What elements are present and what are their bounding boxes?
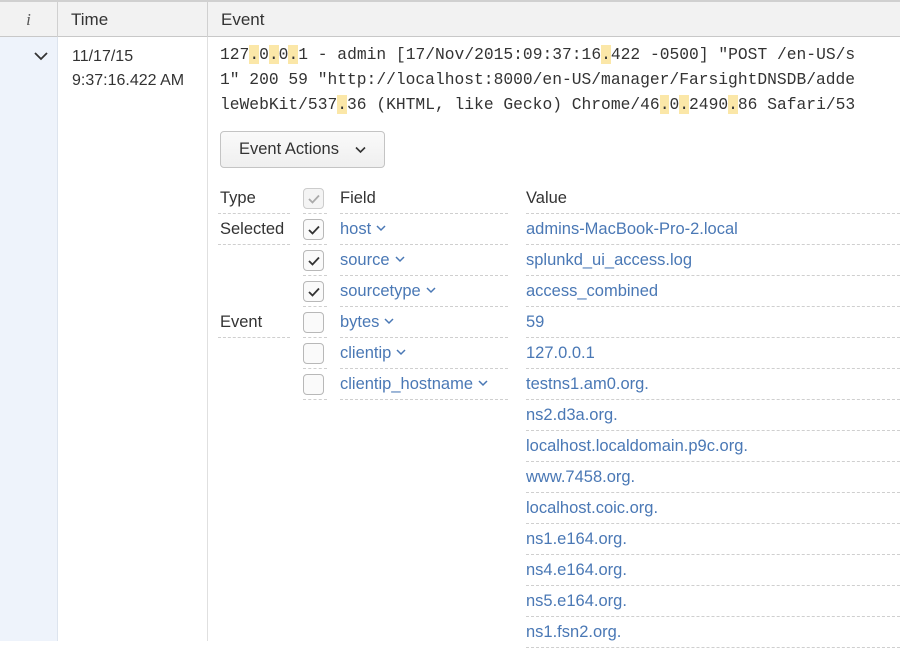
- select-all-checkbox[interactable]: [303, 188, 324, 209]
- field-value-link[interactable]: localhost.coic.org.: [526, 499, 658, 518]
- field-row: ns2.d3a.org.: [218, 400, 900, 431]
- field-value-link[interactable]: ns2.d3a.org.: [526, 406, 618, 425]
- field-row: Selected host admins-MacBook-Pro-2.local: [218, 214, 900, 245]
- field-row: sourcetype access_combined: [218, 276, 900, 307]
- field-header: Field: [340, 189, 376, 207]
- raw-event-line: 127.0.0.1 - admin [17/Nov/2015:09:37:16.…: [220, 42, 900, 67]
- field-name: source: [340, 251, 390, 269]
- chevron-down-icon: [395, 256, 405, 263]
- text-segment: 422 -0500] "POST /en-US/s: [610, 45, 856, 64]
- field-row: ns1.e164.org.: [218, 524, 900, 555]
- field-name: bytes: [340, 313, 380, 331]
- results-table-header: i Time Event: [0, 0, 900, 37]
- field-value-link[interactable]: admins-MacBook-Pro-2.local: [526, 220, 738, 239]
- field-value-link[interactable]: 127.0.0.1: [526, 344, 595, 363]
- event-actions-label: Event Actions: [239, 140, 339, 158]
- text-segment: 0: [278, 45, 289, 64]
- text-segment: 1" 200 59 "http://localhost:8000/en-US/m…: [220, 70, 856, 89]
- fields-table-header-row: Type Field Value: [218, 183, 900, 214]
- field-select-checkbox[interactable]: [303, 374, 324, 395]
- field-row: www.7458.org.: [218, 462, 900, 493]
- text-segment: 1 - admin [17/Nov/2015:09:37:16: [298, 45, 602, 64]
- field-value-link[interactable]: www.7458.org.: [526, 468, 635, 487]
- field-row: source splunkd_ui_access.log: [218, 245, 900, 276]
- text-segment: 2490: [689, 95, 729, 114]
- event-timestamp: 11/17/15 9:37:16.422 AM: [72, 45, 184, 93]
- field-select-checkbox[interactable]: [303, 281, 324, 302]
- field-select-checkbox[interactable]: [303, 219, 324, 240]
- field-name-link[interactable]: clientip_hostname: [340, 375, 488, 394]
- checkmark-icon: [308, 287, 320, 297]
- raw-event-text: 127.0.0.1 - admin [17/Nov/2015:09:37:16.…: [220, 42, 900, 117]
- type-header: Type: [220, 189, 256, 207]
- field-row: localhost.localdomain.p9c.org.: [218, 431, 900, 462]
- field-name-link[interactable]: host: [340, 220, 386, 239]
- text-segment: leWebKit/537: [220, 95, 338, 114]
- chevron-down-icon: [478, 380, 488, 387]
- checkmark-icon: [308, 225, 320, 235]
- field-name: sourcetype: [340, 282, 421, 300]
- field-name-link[interactable]: sourcetype: [340, 282, 436, 301]
- field-select-checkbox[interactable]: [303, 343, 324, 364]
- field-value-link[interactable]: ns4.e164.org.: [526, 561, 627, 580]
- info-column-header: i: [0, 2, 58, 37]
- field-value-link[interactable]: ns1.fsn2.org.: [526, 623, 621, 642]
- text-segment: 0: [259, 45, 269, 64]
- field-row: Event bytes 59: [218, 307, 900, 338]
- highlighted-segment[interactable]: .: [601, 45, 611, 64]
- highlighted-segment[interactable]: .: [249, 45, 260, 64]
- time-column: [58, 37, 208, 641]
- field-value-link[interactable]: splunkd_ui_access.log: [526, 251, 692, 270]
- field-value-link[interactable]: ns5.e164.org.: [526, 592, 627, 611]
- chevron-down-icon: [384, 318, 394, 325]
- chevron-down-icon: [355, 146, 366, 154]
- field-select-checkbox[interactable]: [303, 312, 324, 333]
- field-value-link[interactable]: localhost.localdomain.p9c.org.: [526, 437, 748, 456]
- event-time: 9:37:16.422 AM: [72, 72, 185, 89]
- checkmark-icon: [308, 194, 320, 204]
- field-name: clientip: [340, 344, 392, 362]
- text-segment: 0: [669, 95, 680, 114]
- chevron-down-icon: [376, 225, 386, 232]
- field-name-link[interactable]: bytes: [340, 313, 394, 332]
- field-row: localhost.coic.org.: [218, 493, 900, 524]
- raw-event-line: leWebKit/537.36 (KHTML, like Gecko) Chro…: [220, 92, 900, 117]
- chevron-down-icon[interactable]: [33, 50, 49, 62]
- event-column-header: Event: [221, 10, 265, 29]
- field-value-link[interactable]: testns1.am0.org.: [526, 375, 649, 394]
- field-row: ns4.e164.org.: [218, 555, 900, 586]
- field-select-checkbox[interactable]: [303, 250, 324, 271]
- field-name: clientip_hostname: [340, 375, 473, 393]
- chevron-down-icon: [396, 349, 406, 356]
- text-segment: 86 Safari/53: [737, 95, 856, 114]
- field-row: ns1.fsn2.org.: [218, 617, 900, 648]
- event-actions-button[interactable]: Event Actions: [220, 131, 385, 168]
- time-column-header[interactable]: Time: [58, 2, 208, 37]
- field-type-label: Event: [220, 313, 263, 331]
- chevron-down-icon: [426, 287, 436, 294]
- highlighted-segment[interactable]: .: [659, 95, 670, 114]
- value-header: Value: [526, 189, 567, 207]
- field-name: host: [340, 220, 372, 238]
- field-type-label: Selected: [220, 220, 285, 238]
- text-segment: 127: [220, 45, 250, 64]
- highlighted-segment[interactable]: .: [288, 45, 299, 64]
- field-name-link[interactable]: clientip: [340, 344, 406, 363]
- highlighted-segment[interactable]: .: [268, 45, 279, 64]
- text-segment: 36 (KHTML, like Gecko) Chrome/46: [347, 95, 660, 114]
- field-row: ns5.e164.org.: [218, 586, 900, 617]
- field-value-link[interactable]: access_combined: [526, 282, 658, 301]
- highlighted-segment[interactable]: .: [728, 95, 738, 114]
- event-date: 11/17/15: [72, 48, 134, 65]
- expand-column: [0, 37, 58, 641]
- field-value-link[interactable]: ns1.e164.org.: [526, 530, 627, 549]
- field-row: clientip 127.0.0.1: [218, 338, 900, 369]
- field-name-link[interactable]: source: [340, 251, 405, 270]
- highlighted-segment[interactable]: .: [679, 95, 690, 114]
- highlighted-segment[interactable]: .: [337, 95, 348, 114]
- field-row: clientip_hostname testns1.am0.org.: [218, 369, 900, 400]
- checkmark-icon: [308, 256, 320, 266]
- raw-event-line: 1" 200 59 "http://localhost:8000/en-US/m…: [220, 67, 900, 92]
- field-value-link[interactable]: 59: [526, 313, 544, 332]
